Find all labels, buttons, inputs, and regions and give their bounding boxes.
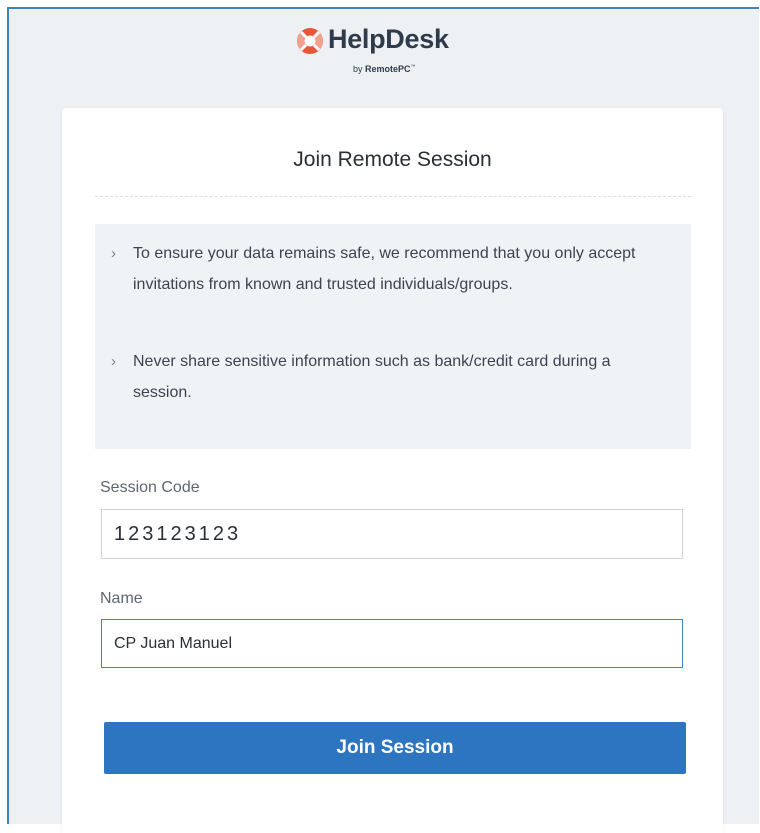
- notice-text: To ensure your data remains safe, we rec…: [133, 245, 636, 293]
- join-session-button[interactable]: Join Session: [104, 722, 686, 774]
- byline-prefix: by: [353, 64, 363, 74]
- lifebuoy-icon: [297, 28, 323, 54]
- byline-company: RemotePC: [365, 64, 411, 74]
- session-code-input[interactable]: [101, 509, 683, 559]
- notice-text: Never share sensitive information such a…: [133, 353, 611, 401]
- notice-item: › Never share sensitive information such…: [111, 346, 651, 408]
- brand-byline: by RemotePC™: [353, 64, 416, 74]
- safety-notice: › To ensure your data remains safe, we r…: [95, 224, 691, 449]
- notice-item: › To ensure your data remains safe, we r…: [111, 238, 651, 300]
- name-input[interactable]: [101, 619, 683, 668]
- chevron-right-icon: ›: [111, 353, 116, 370]
- divider: [95, 196, 691, 197]
- page-title: Join Remote Session: [293, 148, 492, 171]
- helpdesk-logo: HelpDesk by RemotePC™: [296, 24, 486, 81]
- join-session-card: Join Remote Session › To ensure your dat…: [62, 108, 723, 833]
- chevron-right-icon: ›: [111, 245, 116, 262]
- brand-title: HelpDesk: [328, 24, 449, 54]
- session-code-label: Session Code: [100, 479, 200, 496]
- byline-tm: ™: [410, 64, 416, 70]
- page-frame: HelpDesk by RemotePC™ Join Remote Sessio…: [7, 7, 759, 833]
- name-label: Name: [100, 590, 143, 607]
